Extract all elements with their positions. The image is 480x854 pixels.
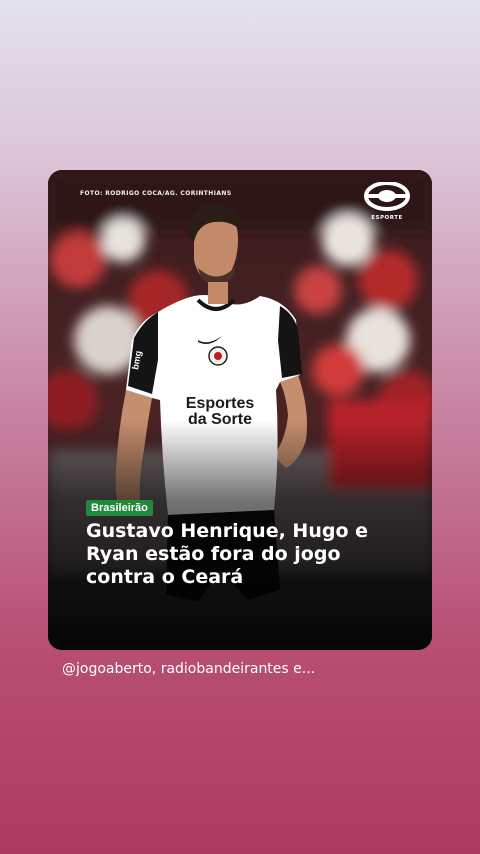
photo-credit: FOTO: RODRIGO COCA/AG. CORINTHIANS bbox=[80, 190, 232, 197]
category-badge: Brasileirão bbox=[86, 500, 153, 516]
logo-caption: ESPORTE bbox=[371, 215, 403, 221]
band-esporte-logo: ESPORTE bbox=[364, 181, 410, 221]
story-post-card[interactable]: Esportes da Sorte bmg DOREMENA FOTO: ROD… bbox=[48, 170, 432, 650]
shirt-sponsor-line1: Esportes bbox=[186, 395, 255, 412]
post-headline: Gustavo Henrique, Hugo e Ryan estão fora… bbox=[86, 520, 369, 588]
story-mentions[interactable]: @jogoaberto, radiobandeirantes e... bbox=[62, 661, 315, 677]
